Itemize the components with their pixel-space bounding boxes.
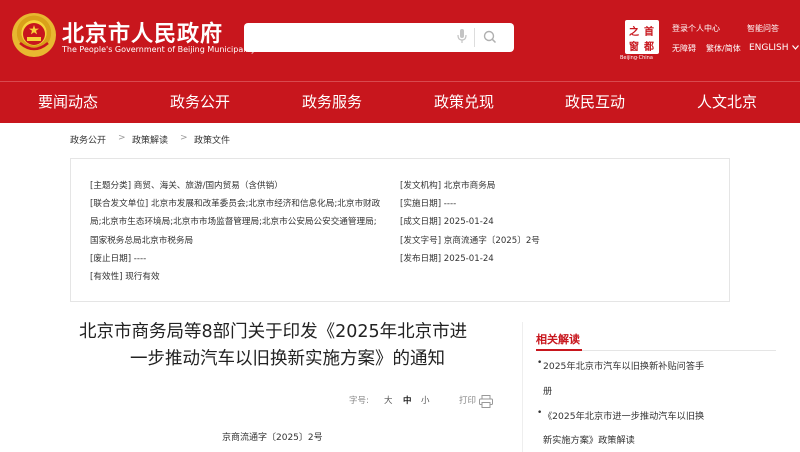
printer-icon[interactable] — [479, 393, 493, 412]
related-heading: 相关解读 — [536, 333, 580, 346]
logo-caption: Beijing·China — [620, 55, 653, 61]
capital-window-logo[interactable]: 首 都 之 窗 — [625, 20, 659, 54]
info-issuer: [发文机构] 北京市商务局 — [400, 181, 496, 191]
info-joint-issuers-cont: 国家税务总局北京市税务局 — [90, 236, 194, 246]
related-item-link[interactable]: 2025年北京市汽车以旧换新补贴问答手 — [543, 358, 704, 372]
smart-qa-link[interactable]: 智能问答 — [747, 23, 779, 34]
info-written-date: [成文日期] 2025-01-24 — [400, 217, 494, 227]
nav-item-news[interactable]: 要闻动态 — [38, 91, 98, 112]
related-item-link-cont[interactable]: 新实施方案》政策解读 — [543, 432, 635, 446]
article-document-number: 京商流通字〔2025〕2号 — [222, 433, 323, 443]
info-document-number: [发文字号] 京商流通字〔2025〕2号 — [400, 236, 540, 246]
print-label[interactable]: 打印 — [459, 394, 476, 406]
article-title-cont: 一步推动汽车以旧换新实施方案》的通知 — [130, 349, 445, 369]
microphone-icon[interactable] — [457, 29, 467, 49]
main-nav: 要闻动态 政务公开 政务服务 政策兑现 政民互动 人文北京 — [0, 81, 800, 123]
info-publish-date: [发布日期] 2025-01-24 — [400, 254, 494, 264]
english-link[interactable]: ENGLISH — [749, 43, 800, 53]
related-item-link[interactable]: 《2025年北京市进一步推动汽车以旧换 — [543, 408, 704, 422]
site-header: 北京市人民政府 The People's Government of Beiji… — [0, 0, 800, 81]
related-heading-underline — [536, 349, 582, 351]
seal-char: 都 — [644, 42, 654, 53]
seal-char: 窗 — [629, 42, 639, 53]
bullet: • — [537, 408, 543, 418]
font-size-large[interactable]: 大 — [384, 394, 393, 406]
breadcrumb-item[interactable]: 政策文件 — [194, 133, 230, 146]
font-size-label: 字号: — [349, 396, 369, 406]
english-label: ENGLISH — [749, 43, 789, 53]
seal-char: 首 — [644, 27, 654, 38]
site-subtitle: The People's Government of Beijing Munic… — [62, 45, 256, 54]
info-joint-issuers-cont: 局;北京市生态环境局;北京市市场监督管理局;北京市公安局公安交通管理局; — [90, 217, 377, 227]
nav-item-gov-services[interactable]: 政务服务 — [302, 91, 362, 112]
national-emblem-icon[interactable] — [12, 13, 56, 57]
breadcrumb-item[interactable]: 政务公开 — [70, 133, 106, 146]
breadcrumb-item[interactable]: 政策解读 — [132, 133, 168, 146]
info-implementation-date: [实施日期] ---- — [400, 199, 457, 209]
traditional-simplified-link[interactable]: 繁体/简体 — [706, 43, 741, 54]
chevron-down-icon — [792, 45, 800, 50]
info-validity: [有效性] 现行有效 — [90, 272, 160, 282]
nav-item-interaction[interactable]: 政民互动 — [565, 91, 625, 112]
info-topic: [主题分类] 商贸、海关、旅游/国内贸易（含供销） — [90, 181, 283, 191]
info-repeal-date: [废止日期] ---- — [90, 254, 147, 264]
font-size-medium[interactable]: 中 — [403, 394, 412, 406]
search-input[interactable] — [252, 28, 452, 48]
search-divider — [474, 28, 475, 47]
login-link[interactable]: 登录个人中心 — [672, 23, 720, 34]
breadcrumb-separator: > — [118, 133, 126, 143]
seal-char: 之 — [629, 27, 639, 38]
info-joint-issuers: [联合发文单位] 北京市发展和改革委员会;北京市经济和信息化局;北京市财政 — [90, 199, 381, 209]
accessible-link[interactable]: 无障碍 — [672, 43, 696, 54]
related-item-link-cont[interactable]: 册 — [543, 383, 552, 397]
column-divider — [522, 322, 523, 452]
search-icon[interactable] — [482, 29, 498, 49]
font-size-small[interactable]: 小 — [421, 394, 430, 406]
site-title[interactable]: 北京市人民政府 — [62, 16, 223, 48]
article-title: 北京市商务局等8部门关于印发《2025年北京市进 — [79, 322, 468, 342]
search-box[interactable] — [244, 23, 514, 52]
nav-item-culture[interactable]: 人文北京 — [697, 91, 757, 112]
bullet: • — [537, 358, 543, 368]
nav-item-policy[interactable]: 政策兑现 — [434, 91, 494, 112]
nav-item-gov-affairs[interactable]: 政务公开 — [170, 91, 230, 112]
breadcrumb-separator: > — [180, 133, 188, 143]
